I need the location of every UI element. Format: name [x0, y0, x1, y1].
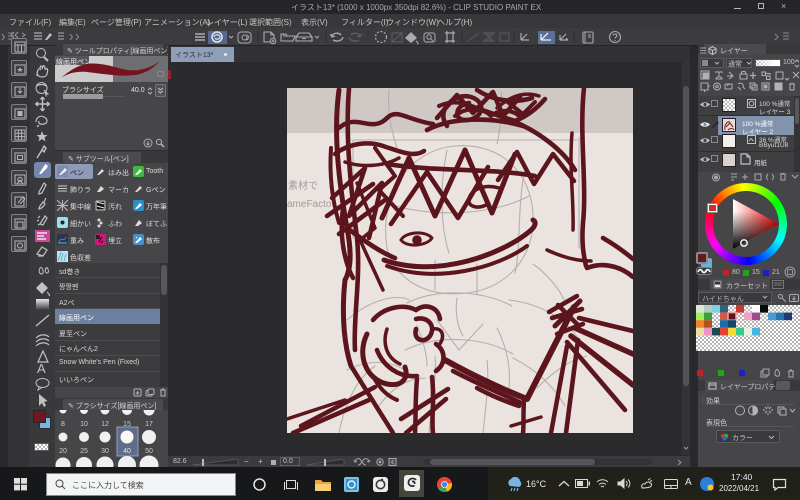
svg-text:ameFacto: ameFacto	[287, 199, 332, 210]
svg-text:10: 10	[80, 421, 88, 428]
svg-text:素材で: 素材で	[288, 179, 318, 192]
svg-text:30: 30	[101, 448, 109, 455]
svg-text:8: 8	[61, 421, 65, 428]
svg-text:12: 12	[101, 421, 109, 428]
svg-text:17: 17	[145, 421, 153, 428]
svg-text:A: A	[37, 361, 46, 376]
svg-text:15: 15	[123, 421, 131, 428]
svg-text:40: 40	[123, 448, 131, 455]
svg-text:20: 20	[59, 448, 67, 455]
svg-text:50: 50	[145, 448, 153, 455]
svg-text:25: 25	[80, 448, 88, 455]
